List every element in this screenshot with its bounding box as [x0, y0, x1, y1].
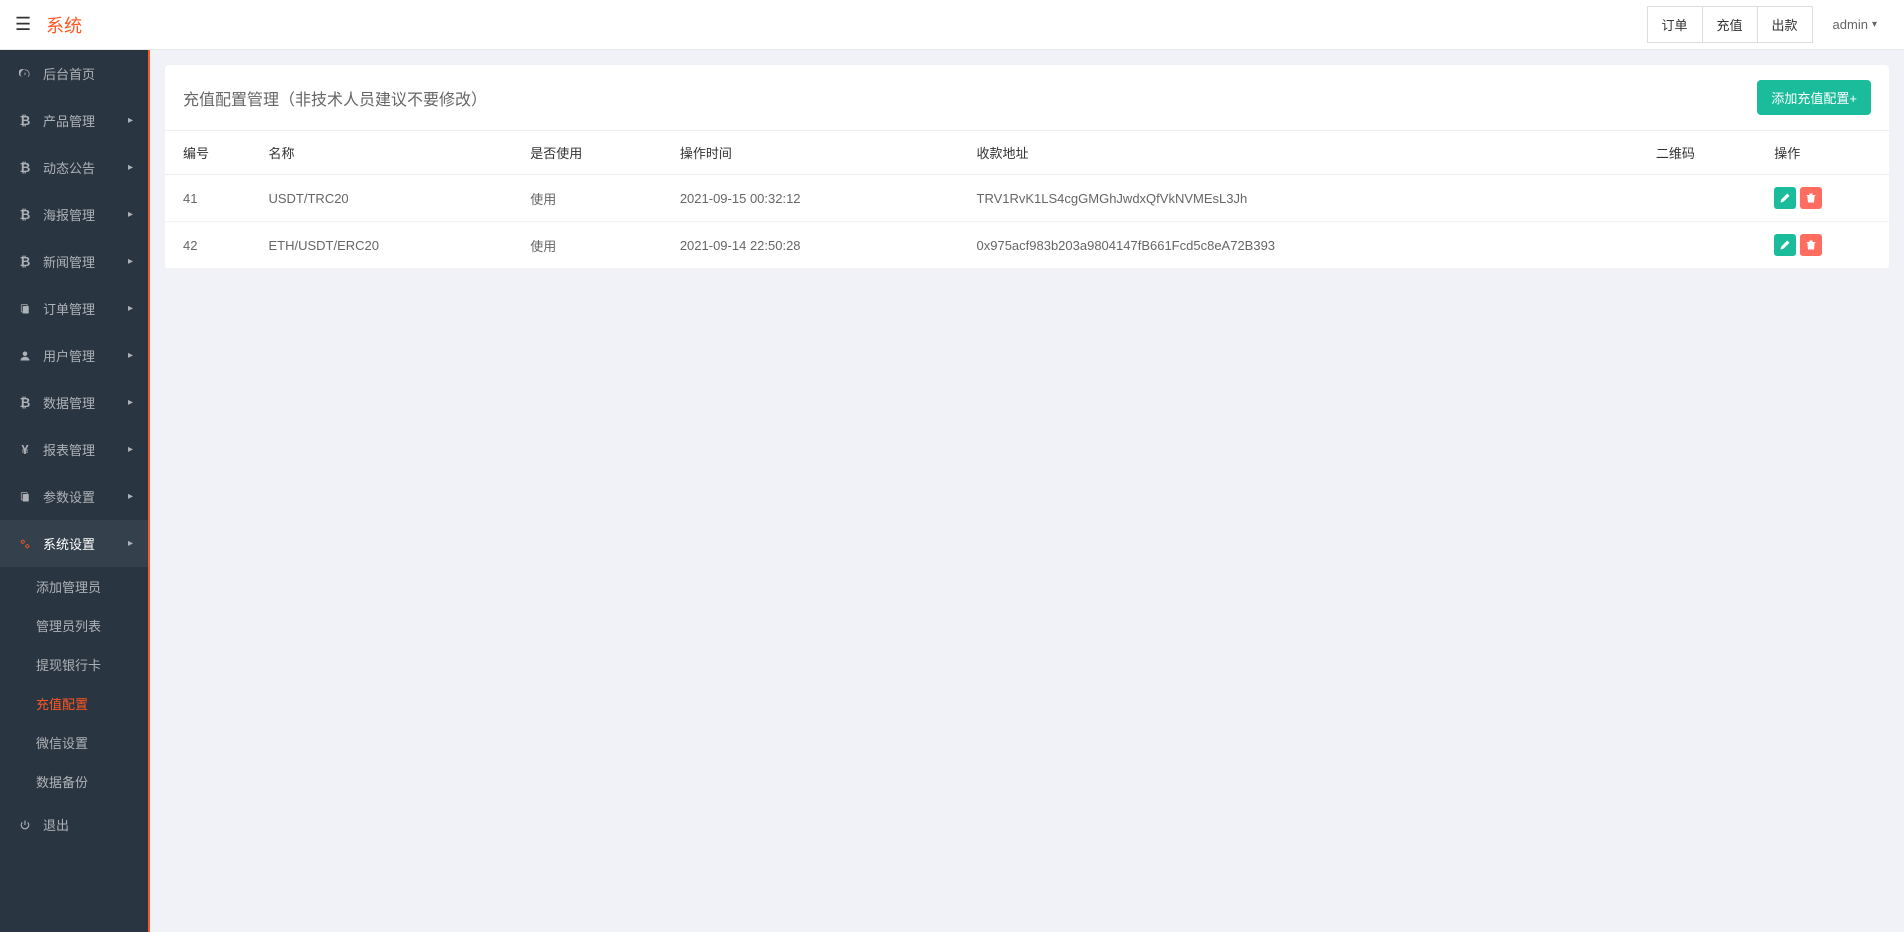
bitcoin-icon: ₿	[15, 113, 35, 128]
cell-qr	[1646, 222, 1764, 269]
cell-name: ETH/USDT/ERC20	[258, 222, 520, 269]
cell-actions	[1764, 222, 1889, 269]
hamburger-icon[interactable]: ☰	[15, 14, 31, 35]
th-use: 是否使用	[520, 131, 670, 175]
sidebar-item-label: 系统设置	[43, 534, 128, 553]
sidebar-item-7[interactable]: ₿ 数据管理▸	[0, 379, 148, 426]
submenu-item-4[interactable]: 微信设置	[0, 723, 148, 762]
submenu-item-3[interactable]: 充值配置	[0, 684, 148, 723]
sidebar-item-label: 海报管理	[43, 205, 128, 224]
sidebar-item-label: 订单管理	[43, 299, 128, 318]
sidebar-item-label: 报表管理	[43, 440, 128, 459]
th-address: 收款地址	[967, 131, 1646, 175]
sidebar-item-label: 产品管理	[43, 111, 128, 130]
cell-time: 2021-09-15 00:32:12	[670, 175, 967, 222]
panel: 充值配置管理（非技术人员建议不要修改） 添加充值配置+ 编号 名称 是否使用 操…	[165, 65, 1889, 269]
top-button-orders[interactable]: 订单	[1647, 6, 1703, 43]
th-time: 操作时间	[670, 131, 967, 175]
submenu-item-0[interactable]: 添加管理员	[0, 567, 148, 606]
sidebar-item-5[interactable]: 订单管理▸	[0, 285, 148, 332]
panel-header: 充值配置管理（非技术人员建议不要修改） 添加充值配置+	[165, 65, 1889, 131]
sidebar-item-1[interactable]: ₿ 产品管理▸	[0, 97, 148, 144]
yen-icon: ¥	[15, 442, 35, 457]
cogs-icon	[15, 538, 35, 550]
panel-title: 充值配置管理（非技术人员建议不要修改）	[183, 86, 487, 110]
chevron-right-icon: ▸	[128, 115, 133, 126]
user-icon	[15, 350, 35, 362]
cell-time: 2021-09-14 22:50:28	[670, 222, 967, 269]
sidebar-item-label: 用户管理	[43, 346, 128, 365]
chevron-right-icon: ▸	[128, 209, 133, 220]
sidebar-item-label: 新闻管理	[43, 252, 128, 271]
chevron-right-icon: ▸	[128, 444, 133, 455]
bitcoin-icon: ₿	[15, 395, 35, 410]
copy-icon	[15, 491, 35, 503]
chevron-right-icon: ▸	[128, 397, 133, 408]
cell-id: 41	[165, 175, 258, 222]
sidebar-item-label: 参数设置	[43, 487, 128, 506]
sidebar-item-6[interactable]: 用户管理▸	[0, 332, 148, 379]
cell-address: TRV1RvK1LS4cgGMGhJwdxQfVkNVMEsL3Jh	[967, 175, 1646, 222]
top-button-withdraw[interactable]: 出款	[1757, 6, 1813, 43]
user-name: admin	[1833, 17, 1868, 32]
th-name: 名称	[258, 131, 520, 175]
brand-title: 系统	[46, 12, 82, 38]
config-table: 编号 名称 是否使用 操作时间 收款地址 二维码 操作 41 USDT/TRC2…	[165, 131, 1889, 269]
delete-button[interactable]	[1800, 234, 1822, 256]
cell-used: 使用	[520, 222, 670, 269]
sidebar-item-0[interactable]: 后台首页	[0, 50, 148, 97]
table-row: 41 USDT/TRC20 使用 2021-09-15 00:32:12 TRV…	[165, 175, 1889, 222]
main-content: 充值配置管理（非技术人员建议不要修改） 添加充值配置+ 编号 名称 是否使用 操…	[150, 50, 1904, 284]
sidebar-item-8[interactable]: ¥ 报表管理▸	[0, 426, 148, 473]
table-header-row: 编号 名称 是否使用 操作时间 收款地址 二维码 操作	[165, 131, 1889, 175]
chevron-right-icon: ▸	[128, 256, 133, 267]
bitcoin-icon: ₿	[15, 160, 35, 175]
top-button-recharge[interactable]: 充值	[1702, 6, 1758, 43]
power-icon	[15, 819, 35, 831]
submenu-item-5[interactable]: 数据备份	[0, 762, 148, 801]
copy-icon	[15, 303, 35, 315]
cell-qr	[1646, 175, 1764, 222]
sidebar-item-10[interactable]: 系统设置▸	[0, 520, 148, 567]
submenu-item-2[interactable]: 提现银行卡	[0, 645, 148, 684]
th-action: 操作	[1764, 131, 1889, 175]
table-row: 42 ETH/USDT/ERC20 使用 2021-09-14 22:50:28…	[165, 222, 1889, 269]
edit-button[interactable]	[1774, 234, 1796, 256]
sidebar-item-label: 动态公告	[43, 158, 128, 177]
add-config-button[interactable]: 添加充值配置+	[1757, 80, 1871, 115]
chevron-right-icon: ▸	[128, 491, 133, 502]
topbar-right: 订单 充值 出款 admin ▾	[1647, 6, 1890, 43]
chevron-right-icon: ▸	[128, 350, 133, 361]
topbar-left: ☰ 系统	[15, 12, 82, 38]
sidebar-item-3[interactable]: ₿ 海报管理▸	[0, 191, 148, 238]
chevron-right-icon: ▸	[128, 162, 133, 173]
delete-button[interactable]	[1800, 187, 1822, 209]
cell-id: 42	[165, 222, 258, 269]
sidebar-item-9[interactable]: 参数设置▸	[0, 473, 148, 520]
th-id: 编号	[165, 131, 258, 175]
cell-actions	[1764, 175, 1889, 222]
sidebar-item-label: 退出	[43, 815, 133, 834]
sidebar-item-11[interactable]: 退出	[0, 801, 148, 848]
sidebar-item-2[interactable]: ₿ 动态公告▸	[0, 144, 148, 191]
th-qr: 二维码	[1646, 131, 1764, 175]
sidebar-item-label: 数据管理	[43, 393, 128, 412]
topbar: ☰ 系统 订单 充值 出款 admin ▾	[0, 0, 1904, 50]
bitcoin-icon: ₿	[15, 207, 35, 222]
cell-name: USDT/TRC20	[258, 175, 520, 222]
sidebar: 后台首页₿产品管理▸₿动态公告▸₿海报管理▸₿新闻管理▸订单管理▸用户管理▸₿数…	[0, 50, 150, 932]
sidebar-item-4[interactable]: ₿ 新闻管理▸	[0, 238, 148, 285]
user-dropdown[interactable]: admin ▾	[1821, 9, 1889, 40]
chevron-right-icon: ▸	[128, 303, 133, 314]
dashboard-icon	[15, 68, 35, 80]
submenu-item-1[interactable]: 管理员列表	[0, 606, 148, 645]
submenu: 添加管理员管理员列表提现银行卡充值配置微信设置数据备份	[0, 567, 148, 801]
cell-used: 使用	[520, 175, 670, 222]
edit-button[interactable]	[1774, 187, 1796, 209]
sidebar-item-label: 后台首页	[43, 64, 133, 83]
cell-address: 0x975acf983b203a9804147fB661Fcd5c8eA72B3…	[967, 222, 1646, 269]
chevron-right-icon: ▸	[128, 538, 133, 549]
chevron-down-icon: ▾	[1872, 19, 1877, 30]
bitcoin-icon: ₿	[15, 254, 35, 269]
